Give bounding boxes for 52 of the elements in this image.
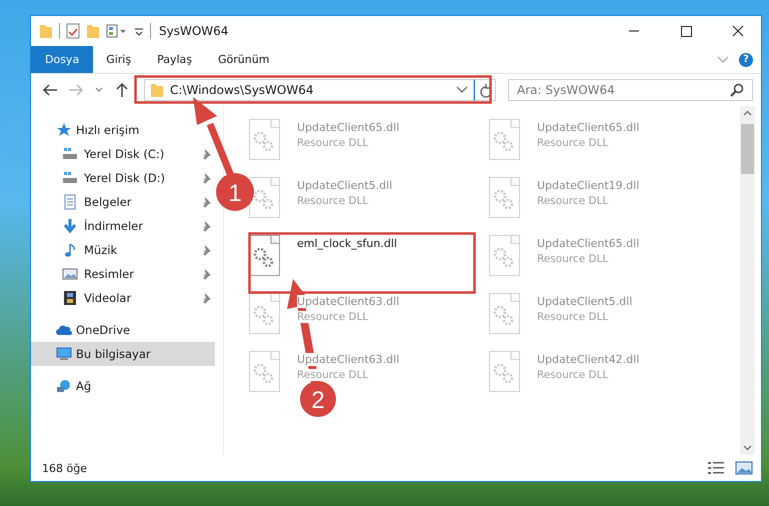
- ribbon-tab[interactable]: Paylaş: [144, 46, 205, 73]
- scrollbar-thumb[interactable]: [741, 124, 754, 174]
- folder-icon: [150, 82, 164, 98]
- window-title: SysWOW64: [159, 24, 228, 38]
- chevron-icon[interactable]: [717, 54, 729, 64]
- layout-icon: [106, 23, 128, 39]
- sidebar-item[interactable]: OneDrive: [31, 318, 215, 342]
- large-icons-view-icon[interactable]: [735, 461, 753, 475]
- sidebar-item[interactable]: Belgeler: [31, 190, 215, 214]
- help-button[interactable]: ?: [739, 52, 753, 66]
- sidebar-item[interactable]: İndirmeler: [31, 214, 215, 238]
- sidebar-item[interactable]: Yerel Disk (C:): [31, 142, 215, 166]
- search-field[interactable]: Ara: SysWOW64: [508, 79, 753, 101]
- down-arrow-icon: [62, 218, 78, 234]
- item-count: 168 öğe: [42, 462, 87, 474]
- star-icon: [56, 122, 72, 138]
- file-name[interactable]: eml_clock_sfun.dll: [297, 237, 397, 250]
- ribbon-tab[interactable]: Dosya: [31, 46, 94, 73]
- scrollbar[interactable]: [740, 106, 755, 455]
- sidebar-item[interactable]: Hızlı erişim: [31, 118, 215, 142]
- monitor-icon: [56, 346, 72, 362]
- sidebar-item[interactable]: Bu bilgisayar: [31, 342, 215, 366]
- sidebar-item[interactable]: Yerel Disk (D:): [31, 166, 215, 190]
- network-icon: [56, 378, 72, 394]
- document-icon: [62, 194, 78, 210]
- drive-icon: [62, 170, 78, 186]
- back-arrow-icon[interactable]: [42, 83, 58, 97]
- number-badge: [300, 381, 336, 417]
- folder-icon: [39, 23, 53, 39]
- film-icon: [62, 290, 78, 306]
- step-number: 2: [311, 387, 325, 414]
- ribbon-tab[interactable]: Görünüm: [205, 46, 282, 73]
- details-view-icon[interactable]: [707, 461, 725, 475]
- refresh-button[interactable]: [474, 79, 496, 101]
- drive-icon: [62, 146, 78, 162]
- dropdown-icon[interactable]: [456, 85, 468, 95]
- ribbon-tab[interactable]: Giriş: [93, 46, 144, 73]
- sidebar-item[interactable]: Müzik: [31, 238, 215, 262]
- address-field[interactable]: C:\Windows\SysWOW64: [144, 79, 474, 101]
- music-note-icon: [62, 242, 78, 258]
- gear-file-icon[interactable]: [248, 234, 281, 277]
- sidebar-item[interactable]: Resimler: [31, 262, 215, 286]
- forward-arrow-icon[interactable]: [68, 83, 84, 97]
- sidebar-item[interactable]: Ağ: [31, 374, 215, 398]
- search-icon: [730, 83, 744, 97]
- folder-icon: [86, 23, 100, 39]
- step-number: 1: [228, 180, 242, 207]
- sidebar-item[interactable]: Videolar: [31, 286, 215, 310]
- picture-icon: [62, 266, 78, 282]
- up-arrow-icon[interactable]: [114, 82, 130, 98]
- number-badge: [216, 173, 254, 211]
- checklist-icon: [66, 23, 80, 39]
